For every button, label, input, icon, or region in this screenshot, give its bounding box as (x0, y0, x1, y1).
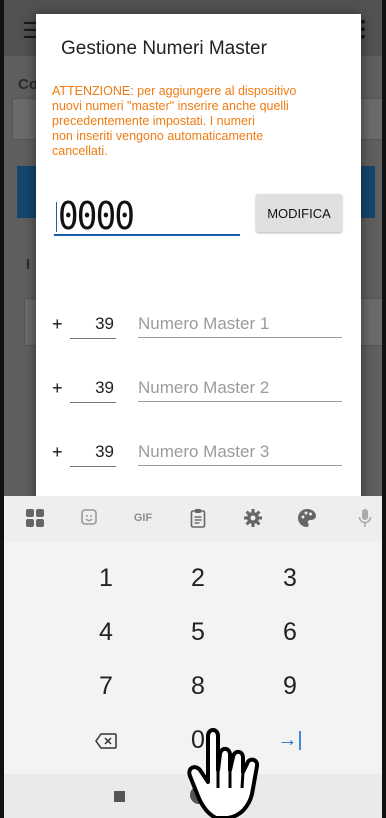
hand-cursor-icon (187, 728, 260, 818)
country-prefix-value: 39 (95, 442, 114, 461)
master-number-row: + 39 Numero Master 2 (52, 376, 342, 406)
plus-sign: + (52, 442, 63, 462)
backspace-key[interactable] (56, 718, 156, 762)
key-1[interactable]: 1 (56, 556, 156, 600)
settings-icon[interactable] (238, 508, 268, 533)
country-prefix-input[interactable]: 39 (70, 440, 116, 467)
country-prefix-input[interactable]: 39 (70, 312, 116, 339)
keyboard-toolbar: GIF (0, 496, 386, 542)
apps-grid-icon[interactable] (20, 508, 50, 533)
dialog-title: Gestione Numeri Master (61, 38, 267, 59)
key-7[interactable]: 7 (56, 664, 156, 708)
country-prefix-value: 39 (95, 378, 114, 397)
microphone-icon[interactable] (350, 508, 380, 533)
key-4[interactable]: 4 (56, 610, 156, 654)
key-6[interactable]: 6 (240, 610, 340, 654)
master-number-input-2[interactable]: Numero Master 2 (138, 376, 342, 402)
plus-sign: + (52, 314, 63, 334)
master-number-row: + 39 Numero Master 1 (52, 312, 342, 342)
text-cursor (56, 202, 57, 232)
country-prefix-input[interactable]: 39 (70, 376, 116, 403)
master-numbers-dialog: Gestione Numeri Master ATTENZIONE: per a… (36, 14, 361, 504)
modify-button[interactable]: MODIFICA (256, 194, 342, 232)
background-section-label: I (26, 256, 31, 273)
key-8[interactable]: 8 (148, 664, 248, 708)
key-5[interactable]: 5 (148, 610, 248, 654)
master-number-input-1[interactable]: Numero Master 1 (138, 312, 342, 338)
sticker-icon[interactable] (74, 508, 104, 531)
plus-sign: + (52, 378, 63, 398)
clipboard-icon[interactable] (183, 508, 213, 533)
master-number-placeholder: Numero Master 1 (138, 314, 270, 333)
palette-icon[interactable] (292, 508, 322, 533)
recents-button[interactable] (114, 791, 125, 802)
key-3[interactable]: 3 (240, 556, 340, 600)
pin-input[interactable]: 0000 (54, 194, 240, 238)
country-prefix-value: 39 (95, 314, 114, 333)
warning-text: ATTENZIONE: per aggiungere al dispositiv… (52, 84, 297, 158)
background-section-label: Co (18, 76, 38, 93)
key-9[interactable]: 9 (240, 664, 340, 708)
master-number-placeholder: Numero Master 2 (138, 378, 270, 397)
master-number-row: + 39 Numero Master 3 (52, 440, 342, 470)
gif-icon[interactable]: GIF (128, 512, 158, 524)
pin-value: 0000 (58, 194, 135, 238)
phone-screen: ☰ ⋮ Co I Gestione Numeri Master ATTENZIO… (0, 0, 386, 818)
key-2[interactable]: 2 (148, 556, 248, 600)
master-number-placeholder: Numero Master 3 (138, 442, 270, 461)
master-number-input-3[interactable]: Numero Master 3 (138, 440, 342, 466)
